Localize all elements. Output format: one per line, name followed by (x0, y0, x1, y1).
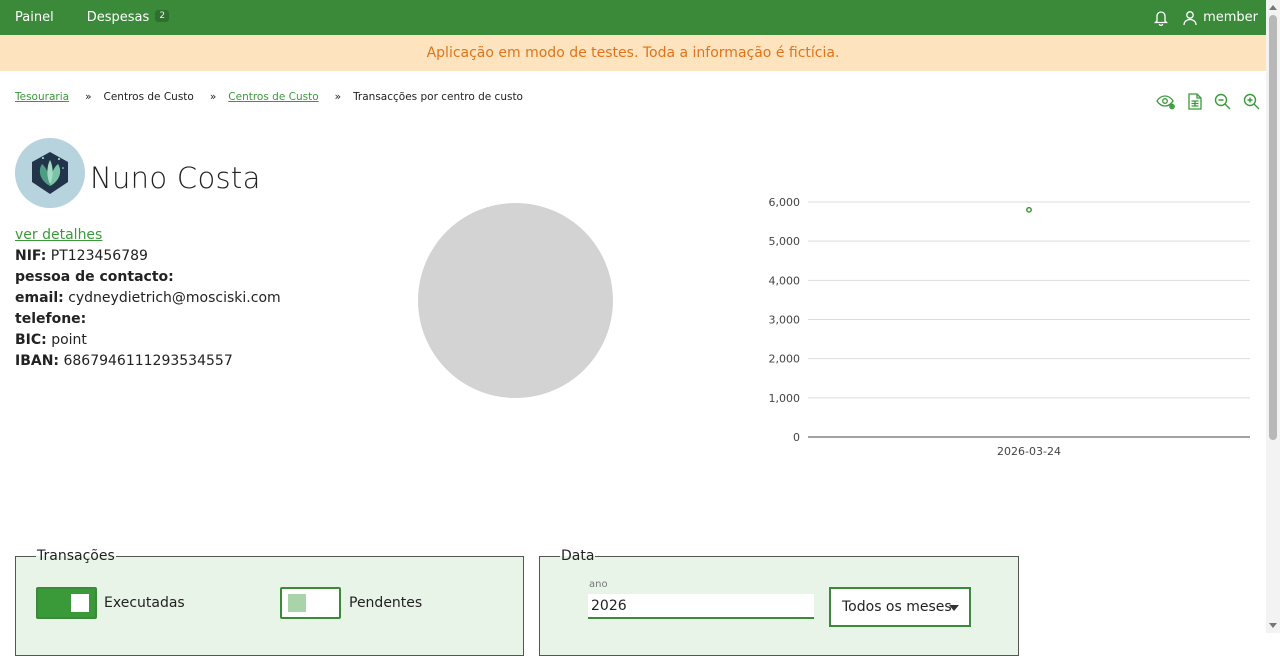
breadcrumb: Tesouraria » Centros de Custo » Centros … (15, 91, 523, 103)
detail-email: email: cydneydietrich@mosciski.com (15, 288, 281, 309)
detail-label: pessoa de contacto: (15, 269, 174, 285)
zoom-in-icon[interactable] (1243, 93, 1260, 110)
nav-despesas-label: Despesas (86, 10, 150, 25)
detail-value: cydneydietrich@mosciski.com (68, 290, 281, 306)
profile-details: ver detalhes NIF: PT123456789 pessoa de … (15, 225, 281, 372)
breadcrumb-centros-de-custo-link[interactable]: Centros de Custo (228, 91, 318, 103)
profile-header (15, 138, 85, 208)
transactions-chart: 0 1,000 2,000 3,000 4,000 5,000 6,000 2026-03-2… (769, 196, 1250, 458)
date-legend: Data (560, 548, 596, 564)
y-tick-label: 5,000 (769, 235, 801, 248)
detail-value: 6867946111293534557 (63, 353, 233, 369)
breadcrumb-separator: » (334, 91, 342, 103)
month-select[interactable]: Todos os meses (829, 587, 971, 627)
page-scrollbar[interactable] (1266, 0, 1280, 633)
toggle-knob (288, 594, 306, 612)
month-select-value: Todos os meses (842, 599, 952, 615)
zoom-out-icon[interactable] (1214, 93, 1231, 110)
caret-down-icon (949, 605, 959, 611)
user-name: member (1203, 10, 1258, 25)
top-navbar: Painel Despesas 2 member (0, 0, 1280, 35)
scroll-down-arrow-icon[interactable] (1269, 623, 1277, 628)
executed-toggle[interactable] (36, 587, 97, 619)
scroll-up-arrow-icon[interactable] (1269, 5, 1277, 10)
page-toolbar (1156, 93, 1260, 110)
detail-label: NIF: (15, 248, 47, 264)
executed-label: Executadas (104, 595, 185, 611)
pending-label: Pendentes (349, 595, 423, 611)
toggle-knob (71, 594, 89, 612)
detail-bic: BIC: point (15, 330, 281, 351)
spreadsheet-icon[interactable] (1188, 93, 1202, 110)
scrollbar-thumb[interactable] (1269, 15, 1277, 440)
detail-iban: IBAN: 6867946111293534557 (15, 351, 281, 372)
detail-nif: NIF: PT123456789 (15, 246, 281, 267)
bell-icon[interactable] (1153, 9, 1169, 26)
breadcrumb-separator: » (209, 91, 217, 103)
leaf-logo-icon (32, 152, 68, 194)
y-tick-label: 3,000 (769, 314, 801, 327)
nav-painel[interactable]: Painel (15, 10, 54, 25)
test-mode-banner: Aplicação em modo de testes. Toda a info… (0, 35, 1266, 71)
y-tick-label: 1,000 (769, 392, 801, 405)
transactions-fieldset: Transações Executadas Pendentes (15, 548, 524, 656)
user-menu[interactable]: member (1183, 10, 1258, 26)
user-icon (1183, 10, 1197, 26)
despesas-count-badge: 2 (155, 10, 170, 22)
breadcrumb-centros-de-custo-text: Centros de Custo (103, 91, 194, 103)
pending-toggle[interactable] (280, 587, 341, 619)
x-tick-label: 2026-03-24 (997, 445, 1061, 458)
profile-name: Nuno Costa (90, 161, 261, 195)
y-tick-label: 0 (793, 431, 800, 444)
pie-chart (418, 203, 613, 398)
details-link[interactable]: ver detalhes (15, 227, 102, 243)
y-tick-label: 2,000 (769, 353, 801, 366)
detail-label: BIC: (15, 332, 47, 348)
detail-value: PT123456789 (50, 248, 148, 264)
nav-despesas[interactable]: Despesas 2 (86, 10, 170, 25)
avatar (15, 138, 85, 208)
detail-label: telefone: (15, 311, 87, 327)
breadcrumb-separator: » (85, 91, 92, 103)
y-tick-label: 6,000 (769, 196, 801, 209)
detail-label: email: (15, 290, 64, 306)
y-tick-label: 4,000 (769, 274, 801, 287)
detail-value: point (51, 332, 87, 348)
year-input[interactable] (588, 594, 814, 619)
transactions-legend: Transações (36, 548, 116, 564)
year-label: ano (589, 579, 608, 590)
data-point[interactable] (1026, 206, 1032, 213)
eye-settings-icon[interactable] (1156, 94, 1176, 110)
breadcrumb-current: Transacções por centro de custo (353, 91, 523, 103)
detail-contact: pessoa de contacto: (15, 267, 281, 288)
date-fieldset: Data ano Todos os meses (539, 548, 1019, 656)
detail-phone: telefone: (15, 309, 281, 330)
detail-label: IBAN: (15, 353, 60, 369)
breadcrumb-tesouraria[interactable]: Tesouraria (15, 91, 69, 103)
